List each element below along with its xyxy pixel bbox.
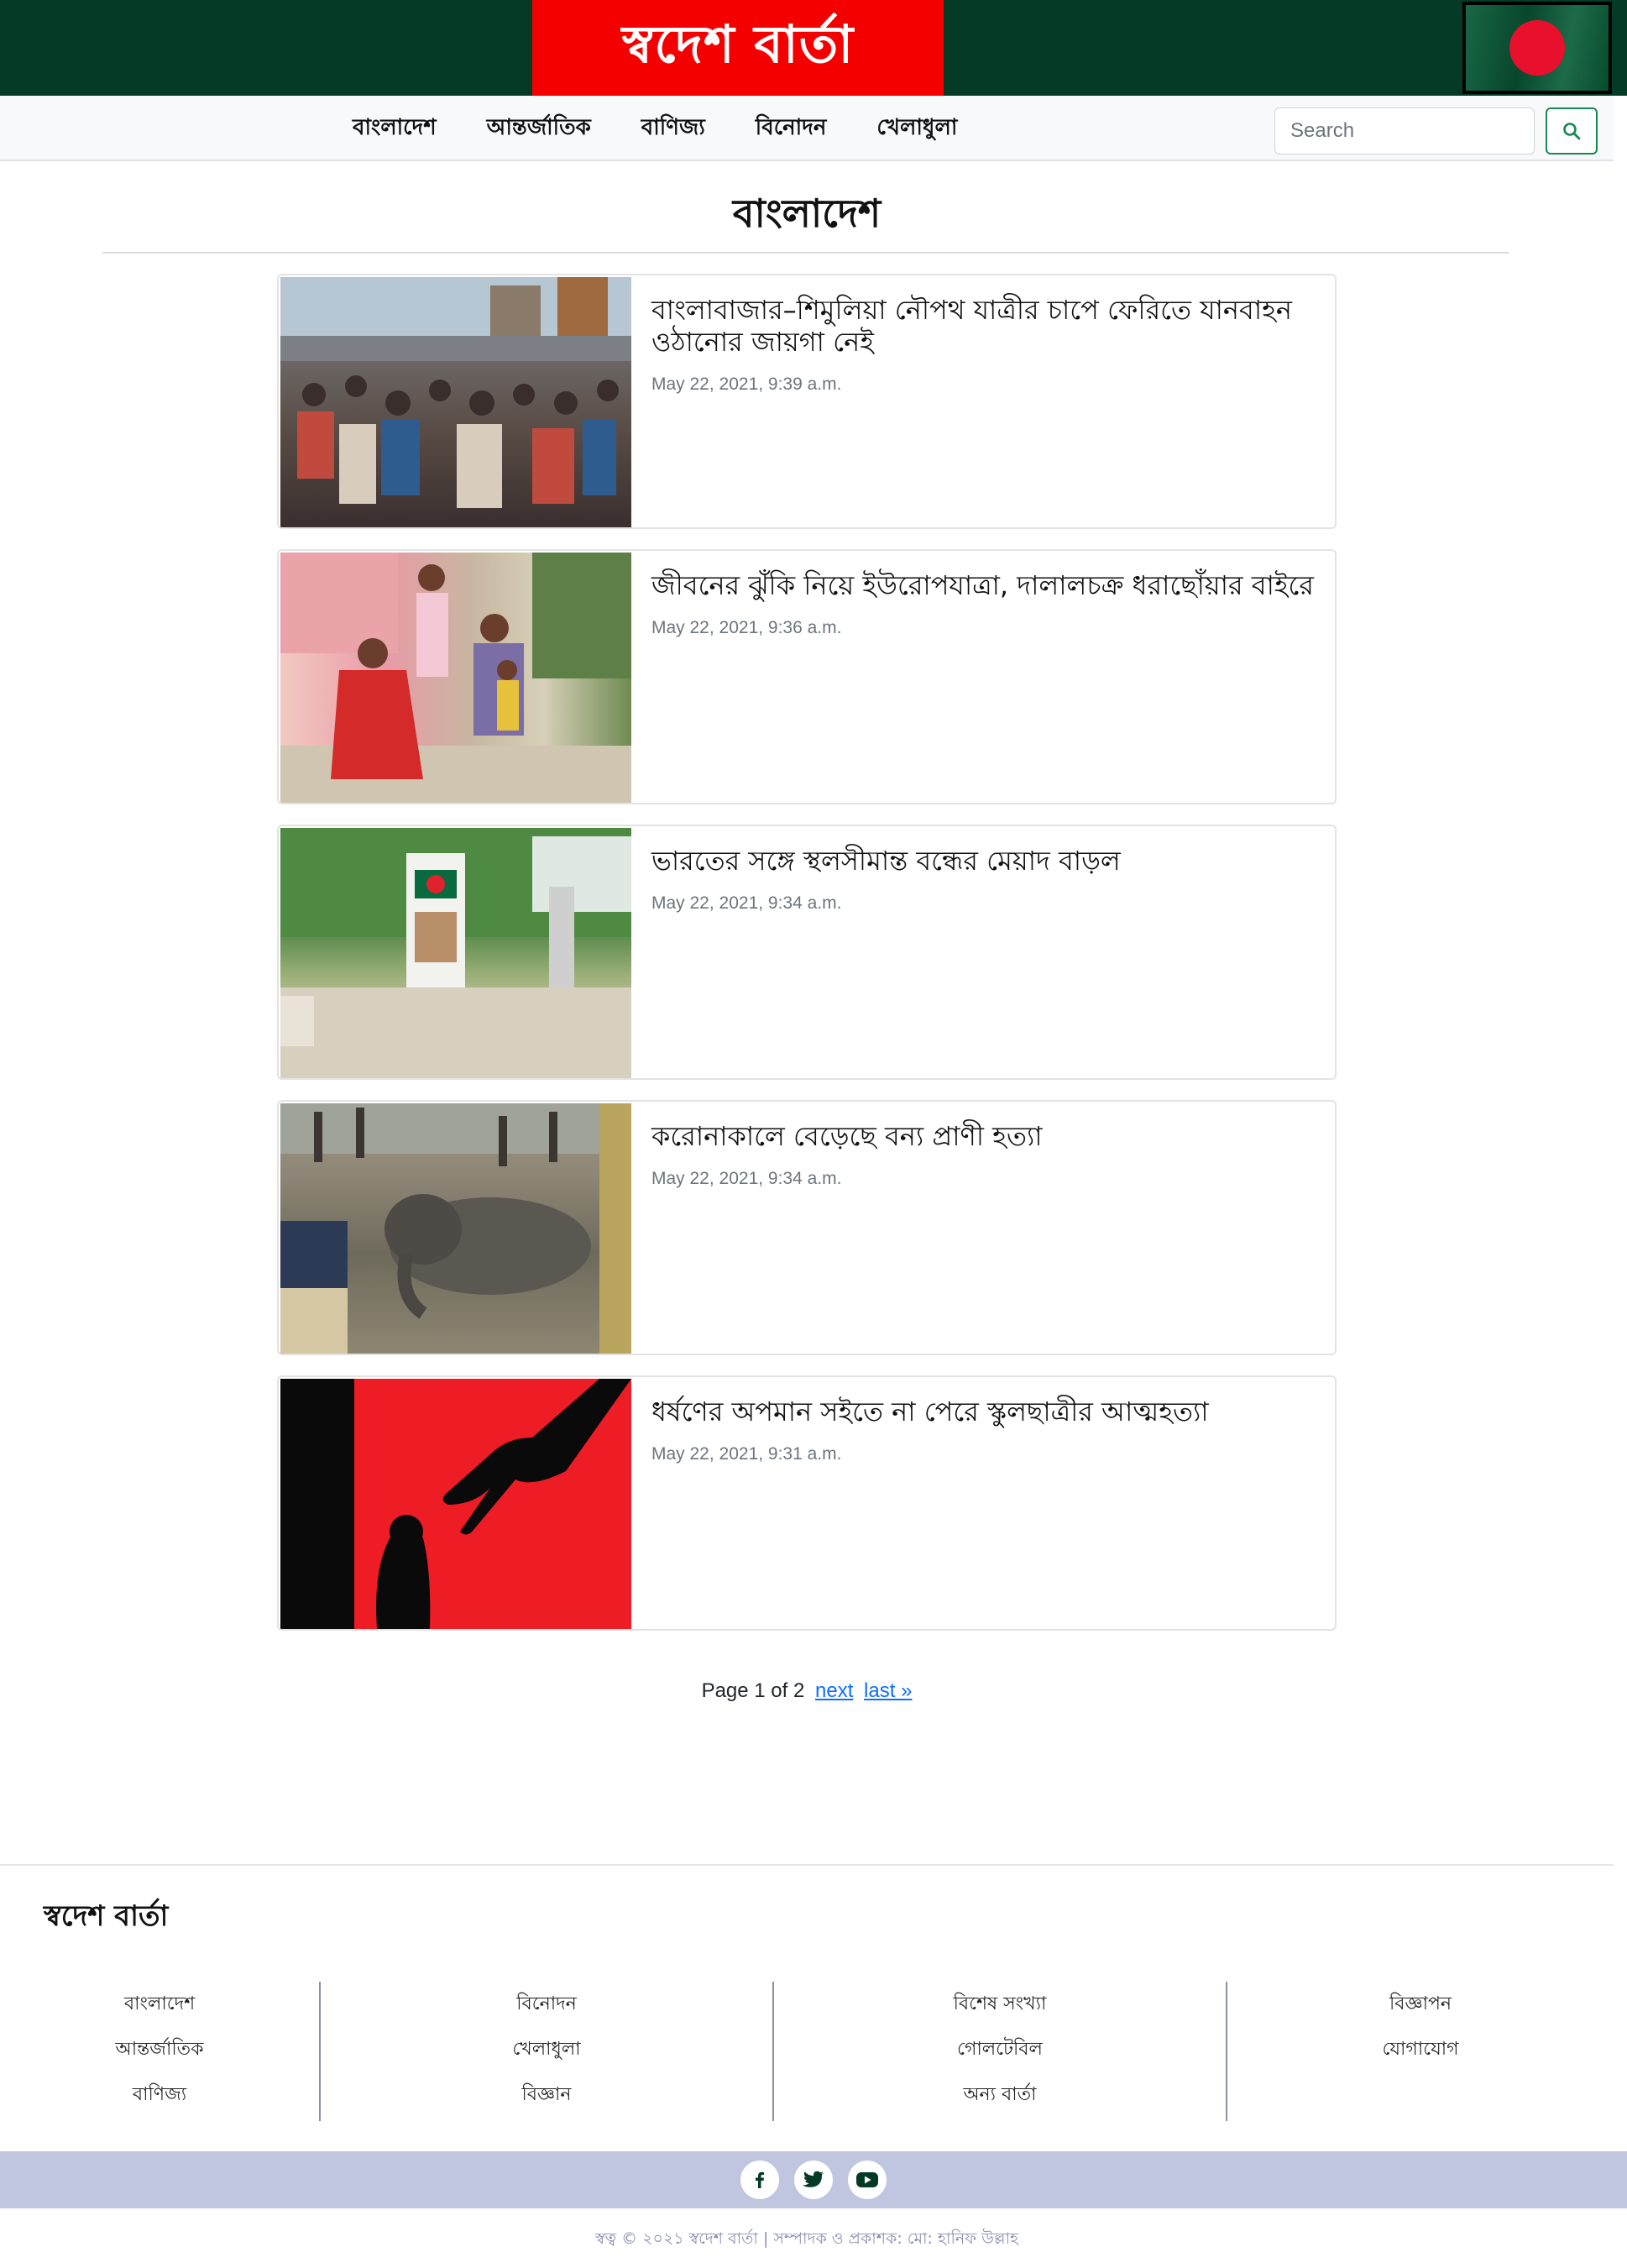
article-date: May 22, 2021, 9:31 a.m. xyxy=(651,1444,842,1464)
family-photo xyxy=(280,553,631,803)
footer-link-special-issue[interactable]: বিশেষ সংখ্যা xyxy=(774,1982,1226,2027)
border-gate-photo xyxy=(280,828,631,1078)
footer-link-international[interactable]: আন্তর্জাতিক xyxy=(0,2027,319,2072)
social-bar xyxy=(0,2151,1627,2208)
article-title[interactable]: ভারতের সঙ্গে স্থলসীমান্ত বন্ধের মেয়াদ ব… xyxy=(651,845,1323,877)
footer-link-contact[interactable]: যোগাযোগ xyxy=(1227,2027,1614,2072)
article-body: ধর্ষণের অপমান সইতে না পেরে স্কুলছাত্রীর … xyxy=(651,1396,1323,1464)
article-card[interactable]: ধর্ষণের অপমান সইতে না পেরে স্কুলছাত্রীর … xyxy=(277,1375,1337,1631)
article-thumbnail[interactable] xyxy=(280,1103,631,1354)
article-title[interactable]: বাংলাবাজার–শিমুলিয়া নৌপথ যাত্রীর চাপে ফ… xyxy=(651,294,1323,358)
footer-links: বাংলাদেশ আন্তর্জাতিক বাণিজ্য বিনোদন খেলা… xyxy=(0,1982,1614,2121)
article-body: করোনাকালে বেড়েছে বন্য প্রাণী হত্যা May … xyxy=(651,1120,1323,1189)
page-title: বাংলাদেশ xyxy=(732,191,882,236)
search-input[interactable] xyxy=(1274,107,1535,155)
pagination-next-link[interactable]: next xyxy=(815,1679,853,1702)
footer-column: বিশেষ সংখ্যা গোলটেবিল অন্য বার্তা xyxy=(774,1982,1227,2121)
facebook-glyph xyxy=(756,2171,764,2188)
pagination-last-link[interactable]: last » xyxy=(864,1679,912,1702)
bangladesh-flag-image xyxy=(1462,2,1612,94)
youtube-glyph xyxy=(856,2172,878,2187)
article-thumbnail[interactable] xyxy=(280,1379,631,1629)
article-card[interactable]: ভারতের সঙ্গে স্থলসীমান্ত বন্ধের মেয়াদ ব… xyxy=(277,825,1337,1080)
main-navbar: বাংলাদেশ আন্তর্জাতিক বাণিজ্য বিনোদন খেলা… xyxy=(0,96,1614,161)
twitter-glyph xyxy=(803,2171,824,2187)
article-body: ভারতের সঙ্গে স্থলসীমান্ত বন্ধের মেয়াদ ব… xyxy=(651,845,1323,914)
nav-menu: বাংলাদেশ আন্তর্জাতিক বাণিজ্য বিনোদন খেলা… xyxy=(327,96,982,161)
pagination: Page 1 of 2 next last » xyxy=(0,1679,1614,1703)
brand-logo-box[interactable]: স্বদেশ বার্তা xyxy=(532,0,944,96)
elephant-photo xyxy=(280,1103,631,1354)
footer-divider xyxy=(0,1864,1614,1866)
nav-item-entertainment[interactable]: বিনোদন xyxy=(730,110,852,147)
article-title[interactable]: করোনাকালে বেড়েছে বন্য প্রাণী হত্যা xyxy=(651,1120,1323,1152)
article-card[interactable]: বাংলাবাজার–শিমুলিয়া নৌপথ যাত্রীর চাপে ফ… xyxy=(277,274,1337,529)
footer-link-roundtable[interactable]: গোলটেবিল xyxy=(774,2027,1226,2072)
copyright-text: স্বত্ব © ২০২১ স্বদেশ বার্তা | সম্পাদক ও … xyxy=(595,2229,1018,2248)
nav-item-business[interactable]: বাণিজ্য xyxy=(616,110,730,147)
footer-link-entertainment[interactable]: বিনোদন xyxy=(321,1982,772,2027)
article-title[interactable]: জীবনের ঝুঁকি নিয়ে ইউরোপযাত্রা, দালালচক্… xyxy=(651,569,1323,601)
article-thumbnail[interactable] xyxy=(280,553,631,803)
search-button[interactable] xyxy=(1546,107,1598,155)
illustration-hand-silhouette xyxy=(280,1379,631,1629)
article-title[interactable]: ধর্ষণের অপমান সইতে না পেরে স্কুলছাত্রীর … xyxy=(651,1396,1323,1427)
footer-column: বিনোদন খেলাধুলা বিজ্ঞান xyxy=(321,1982,774,2121)
article-thumbnail[interactable] xyxy=(280,277,631,527)
footer-link-sports[interactable]: খেলাধুলা xyxy=(321,2027,772,2072)
article-date: May 22, 2021, 9:34 a.m. xyxy=(651,893,842,913)
nav-item-sports[interactable]: খেলাধুলা xyxy=(851,110,982,147)
nav-item-international[interactable]: আন্তর্জাতিক xyxy=(462,110,616,147)
footer-link-other-news[interactable]: অন্য বার্তা xyxy=(774,2072,1226,2118)
footer-column: বিজ্ঞাপন যোগাযোগ xyxy=(1227,1982,1614,2121)
youtube-icon[interactable] xyxy=(848,2161,887,2199)
footer-link-business[interactable]: বাণিজ্য xyxy=(0,2072,319,2118)
article-date: May 22, 2021, 9:34 a.m. xyxy=(651,1169,842,1188)
article-body: বাংলাবাজার–শিমুলিয়া নৌপথ যাত্রীর চাপে ফ… xyxy=(651,294,1323,395)
footer-brand[interactable]: স্বদেশ বার্তা xyxy=(44,1894,168,1942)
site-header: স্বদেশ বার্তা xyxy=(0,0,1627,96)
nav-item-bangladesh[interactable]: বাংলাদেশ xyxy=(327,110,462,147)
brand-logo-text: স্বদেশ বার্তা xyxy=(621,13,855,75)
flag-disc xyxy=(1509,20,1565,76)
footer-link-advertise[interactable]: বিজ্ঞাপন xyxy=(1227,1982,1614,2027)
article-body: জীবনের ঝুঁকি নিয়ে ইউরোপযাত্রা, দালালচক্… xyxy=(651,569,1323,638)
flag-field xyxy=(1466,5,1609,91)
twitter-icon[interactable] xyxy=(794,2161,833,2199)
footer-link-science[interactable]: বিজ্ঞান xyxy=(321,2072,772,2118)
ferry-crowd-photo xyxy=(280,277,631,508)
footer-column: বাংলাদেশ আন্তর্জাতিক বাণিজ্য xyxy=(0,1982,321,2121)
article-list: বাংলাবাজার–শিমুলিয়া নৌপথ যাত্রীর চাপে ফ… xyxy=(277,274,1337,1651)
article-date: May 22, 2021, 9:39 a.m. xyxy=(651,375,842,394)
article-thumbnail[interactable] xyxy=(280,828,631,1078)
title-divider xyxy=(102,252,1509,254)
article-date: May 22, 2021, 9:36 a.m. xyxy=(651,618,842,637)
facebook-icon[interactable] xyxy=(740,2161,779,2199)
pagination-status: Page 1 of 2 xyxy=(701,1679,805,1702)
article-card[interactable]: জীবনের ঝুঁকি নিয়ে ইউরোপযাত্রা, দালালচক্… xyxy=(277,549,1337,804)
footer-link-bangladesh[interactable]: বাংলাদেশ xyxy=(0,1982,319,2027)
search-icon xyxy=(1563,123,1581,140)
article-card[interactable]: করোনাকালে বেড়েছে বন্য প্রাণী হত্যা May … xyxy=(277,1100,1337,1355)
